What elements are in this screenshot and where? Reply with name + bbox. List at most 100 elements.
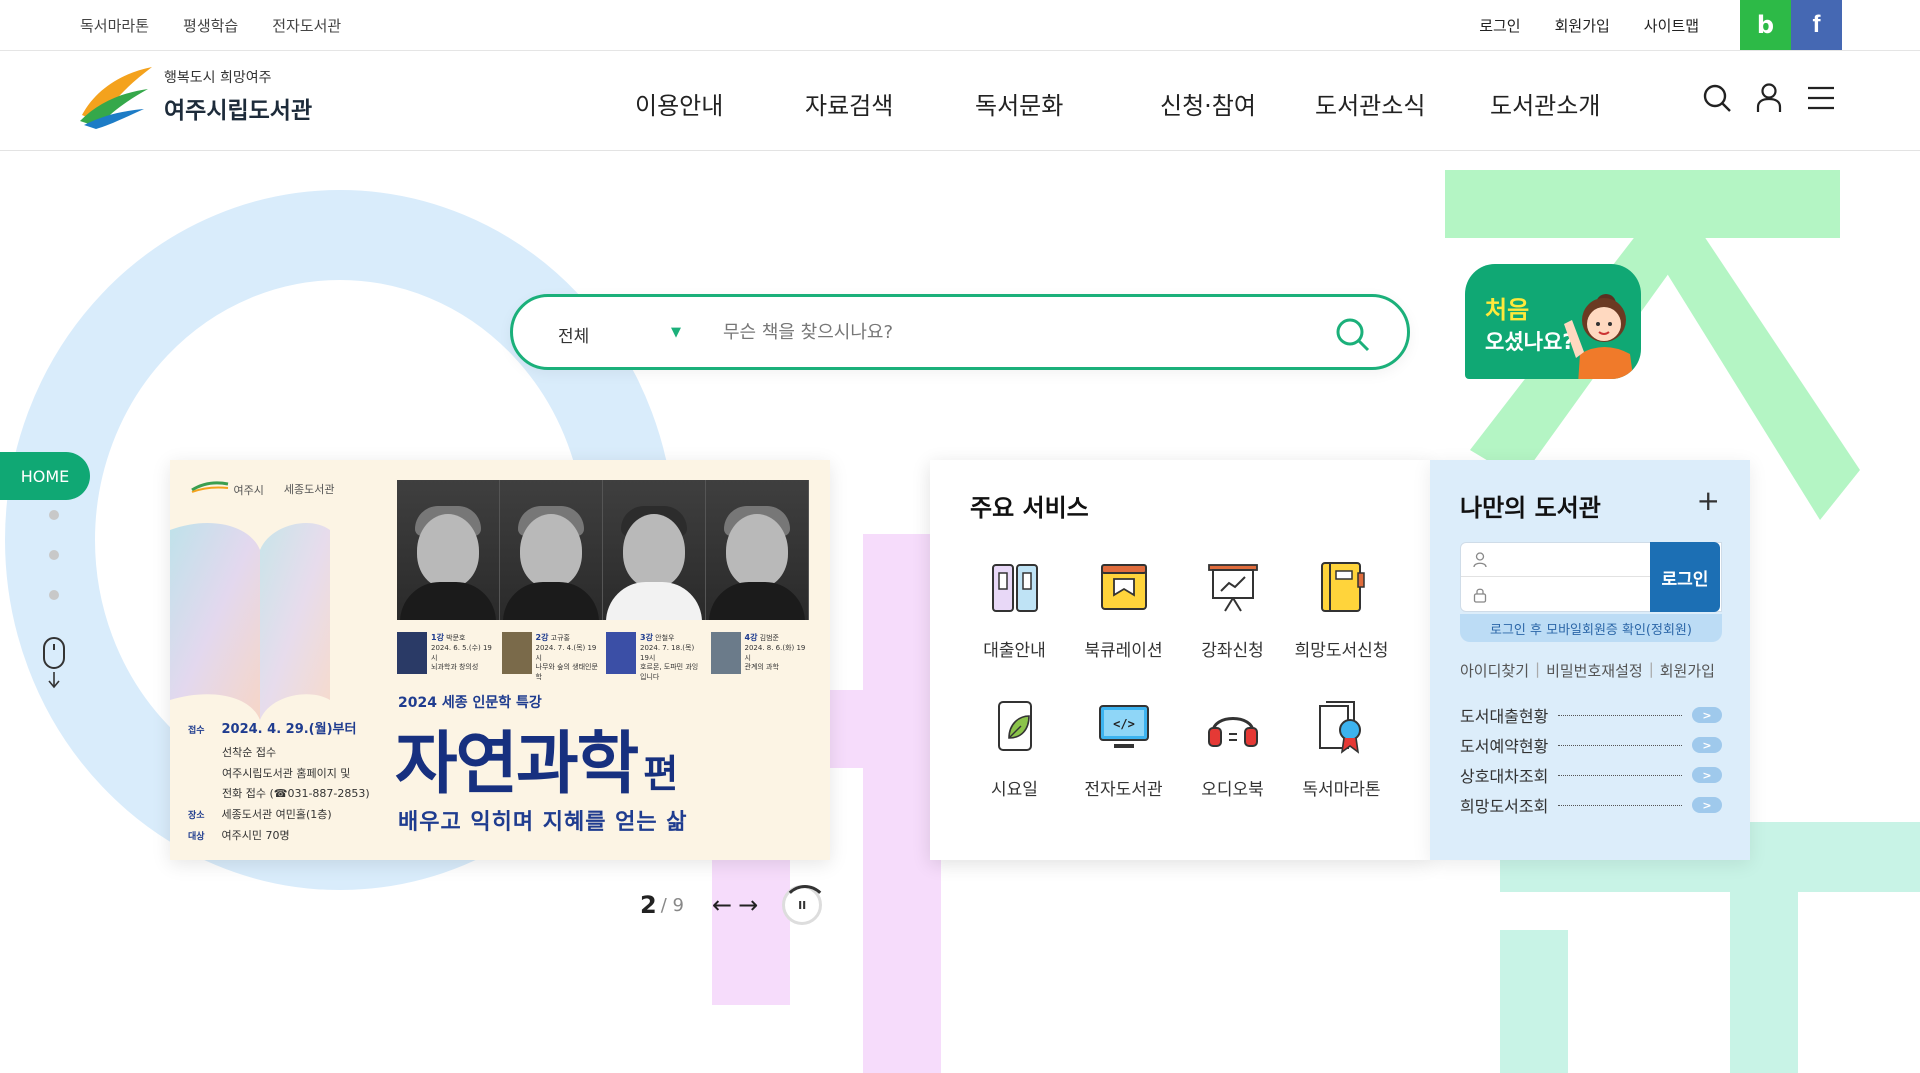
services-grid: 대출안내 북큐레이션 강좌신청 희망도서신청 시요일 </> 전자도서관 오디오… <box>960 556 1400 800</box>
login-password-input[interactable] <box>1497 587 1647 603</box>
login-button[interactable]: 로그인 <box>1650 542 1720 612</box>
home-tag[interactable]: HOME <box>0 452 90 500</box>
band-icon: b <box>1756 11 1775 39</box>
book-thumbnail <box>606 632 636 674</box>
site-logo[interactable]: 행복도시 희망여주 여주시립도서관 <box>78 63 312 129</box>
nav-application[interactable]: 신청·참여 <box>1160 86 1256 121</box>
login-id-input[interactable] <box>1497 552 1647 567</box>
main-services-panel: 주요 서비스 대출안내 북큐레이션 강좌신청 희망도서신청 시요일 </> 전자… <box>930 460 1430 860</box>
banner-org-sejong: 세종도서관 <box>283 483 335 496</box>
status-interlibrary-loan[interactable]: 상호대차조회 > <box>1460 760 1722 790</box>
section-dot[interactable] <box>49 510 59 520</box>
first-visit-button[interactable]: 처음 오셨나요? <box>1465 264 1641 379</box>
status-reservation[interactable]: 도서예약현황 > <box>1460 730 1722 760</box>
service-lecture[interactable]: 강좌신청 <box>1178 556 1287 661</box>
book-thumbnail <box>501 632 532 674</box>
login-pw-row <box>1461 578 1651 612</box>
service-reading-marathon[interactable]: 독서마라톤 <box>1287 695 1396 800</box>
banner-description: 배우고 익히며 지혜를 얻는 삶 <box>398 810 688 835</box>
service-poetry-app[interactable]: 시요일 <box>960 695 1069 800</box>
logo-title: 여주시립도서관 <box>164 98 313 124</box>
header-icons <box>1700 81 1838 115</box>
status-loan[interactable]: 도서대출현황 > <box>1460 700 1722 730</box>
util-link-signup[interactable]: 회원가입 <box>1555 15 1610 36</box>
main-banner-slide[interactable]: 여주시 세종도서관 1강 박문호 2024. 6. 5.(수) 19시 뇌과학과 창… <box>170 460 830 860</box>
service-e-library[interactable]: </> 전자도서관 <box>1069 695 1178 800</box>
chevron-down-icon[interactable]: ▼ <box>671 325 681 340</box>
plus-icon[interactable]: + <box>1697 484 1720 517</box>
link-separator: | <box>1535 660 1541 678</box>
mobile-card-note[interactable]: 로그인 후 모바일회원증 확인(정회원) <box>1460 614 1722 642</box>
my-status-list: 도서대출현황 > 도서예약현황 > 상호대차조회 > 희망도서조회 > <box>1460 700 1722 820</box>
service-loan-guide[interactable]: 대출안내 <box>960 556 1069 661</box>
lock-icon <box>1473 588 1487 603</box>
user-icon <box>1473 551 1487 567</box>
search-icon <box>1336 318 1370 352</box>
yeoju-logo-icon <box>191 481 229 493</box>
facebook-icon: f <box>1812 11 1821 38</box>
loan-guide-icon <box>984 556 1046 618</box>
search-input[interactable] <box>723 315 1283 349</box>
join-link[interactable]: 회원가입 <box>1660 660 1715 681</box>
section-dot[interactable] <box>49 550 59 560</box>
reset-password-link[interactable]: 비밀번호재설정 <box>1546 660 1643 681</box>
social-links: b f <box>1740 0 1842 50</box>
search-icon[interactable] <box>1700 81 1734 115</box>
band-button[interactable]: b <box>1740 0 1791 50</box>
menu-icon[interactable] <box>1804 81 1838 115</box>
util-link-e-library[interactable]: 전자도서관 <box>272 15 341 36</box>
user-icon[interactable] <box>1752 81 1786 115</box>
search-submit-button[interactable] <box>1335 317 1371 353</box>
search-scope-select[interactable]: 전체 <box>558 322 589 347</box>
logo-subtitle: 행복도시 희망여주 <box>164 70 272 86</box>
utility-bar: 독서마라톤 평생학습 전자도서관 로그인 회원가입 사이트맵 b f <box>0 0 1920 51</box>
banner-org-yeoju: 여주시 <box>190 480 264 498</box>
service-wish-book[interactable]: 희망도서신청 <box>1287 556 1396 661</box>
util-link-login[interactable]: 로그인 <box>1479 15 1520 36</box>
chevron-right-icon: > <box>1692 767 1722 783</box>
wish-book-icon <box>1311 556 1373 618</box>
section-dot[interactable] <box>49 590 59 600</box>
book-thumbnail <box>710 632 741 674</box>
pager-total: / 9 <box>660 894 684 916</box>
banner-pager: 2 / 9 ← → II <box>640 885 829 925</box>
lecturer-photo <box>397 480 500 620</box>
lecturer-photo <box>706 480 809 620</box>
lecture-icon <box>1202 556 1264 618</box>
service-audiobook[interactable]: 오디오북 <box>1178 695 1287 800</box>
open-book-illustration <box>170 522 330 720</box>
find-id-link[interactable]: 아이디찾기 <box>1460 660 1529 681</box>
facebook-button[interactable]: f <box>1791 0 1842 50</box>
link-separator: | <box>1648 660 1654 678</box>
nav-reading-culture[interactable]: 독서문화 <box>975 86 1063 121</box>
guide-character-icon <box>1564 294 1634 379</box>
nav-material-search[interactable]: 자료검색 <box>805 86 893 121</box>
e-library-icon: </> <box>1093 695 1155 757</box>
nav-usage-guide[interactable]: 이용안내 <box>635 86 723 121</box>
lecture-sessions: 1강 박문호 2024. 6. 5.(수) 19시 뇌과학과 창의성 2강 고규홍 2… <box>397 632 809 683</box>
lecture-session: 2강 고규홍 2024. 7. 4.(목) 19시 나무와 숲의 생태인문학 <box>501 632 601 683</box>
first-visit-line1: 처음 <box>1485 296 1530 324</box>
service-book-curation[interactable]: 북큐레이션 <box>1069 556 1178 661</box>
my-library-panel: 나만의 도서관 + 로그인 후 모바일회원증 확인(정회원) 아이디찾기 | 비… <box>1430 460 1750 860</box>
services-title: 주요 서비스 <box>970 494 1089 522</box>
book-curation-icon <box>1093 556 1155 618</box>
nav-library-news[interactable]: 도서관소식 <box>1315 86 1425 121</box>
login-id-row <box>1461 543 1651 577</box>
lecturer-photos <box>397 480 809 620</box>
lecture-session: 4강 김범준 2024. 8. 6.(화) 19시 관계의 과학 <box>710 632 810 683</box>
my-library-title: 나만의 도서관 <box>1460 494 1601 522</box>
arrow-left-icon[interactable]: ← <box>712 891 732 919</box>
lecture-session: 1강 박문호 2024. 6. 5.(수) 19시 뇌과학과 창의성 <box>397 632 496 683</box>
util-link-reading-marathon[interactable]: 독서마라톤 <box>80 15 149 36</box>
nav-library-intro[interactable]: 도서관소개 <box>1490 86 1600 121</box>
arrow-right-icon[interactable]: → <box>738 891 758 919</box>
util-link-lifelong-learning[interactable]: 평생학습 <box>183 15 238 36</box>
lecturer-photo <box>603 480 706 620</box>
util-link-sitemap[interactable]: 사이트맵 <box>1644 15 1699 36</box>
status-wish-book[interactable]: 희망도서조회 > <box>1460 790 1722 820</box>
banner-org-logos: 여주시 세종도서관 <box>190 480 334 498</box>
scroll-mouse-icon <box>42 636 68 694</box>
pause-button[interactable]: II <box>782 885 829 925</box>
search-bar: 전체 ▼ <box>510 294 1410 370</box>
